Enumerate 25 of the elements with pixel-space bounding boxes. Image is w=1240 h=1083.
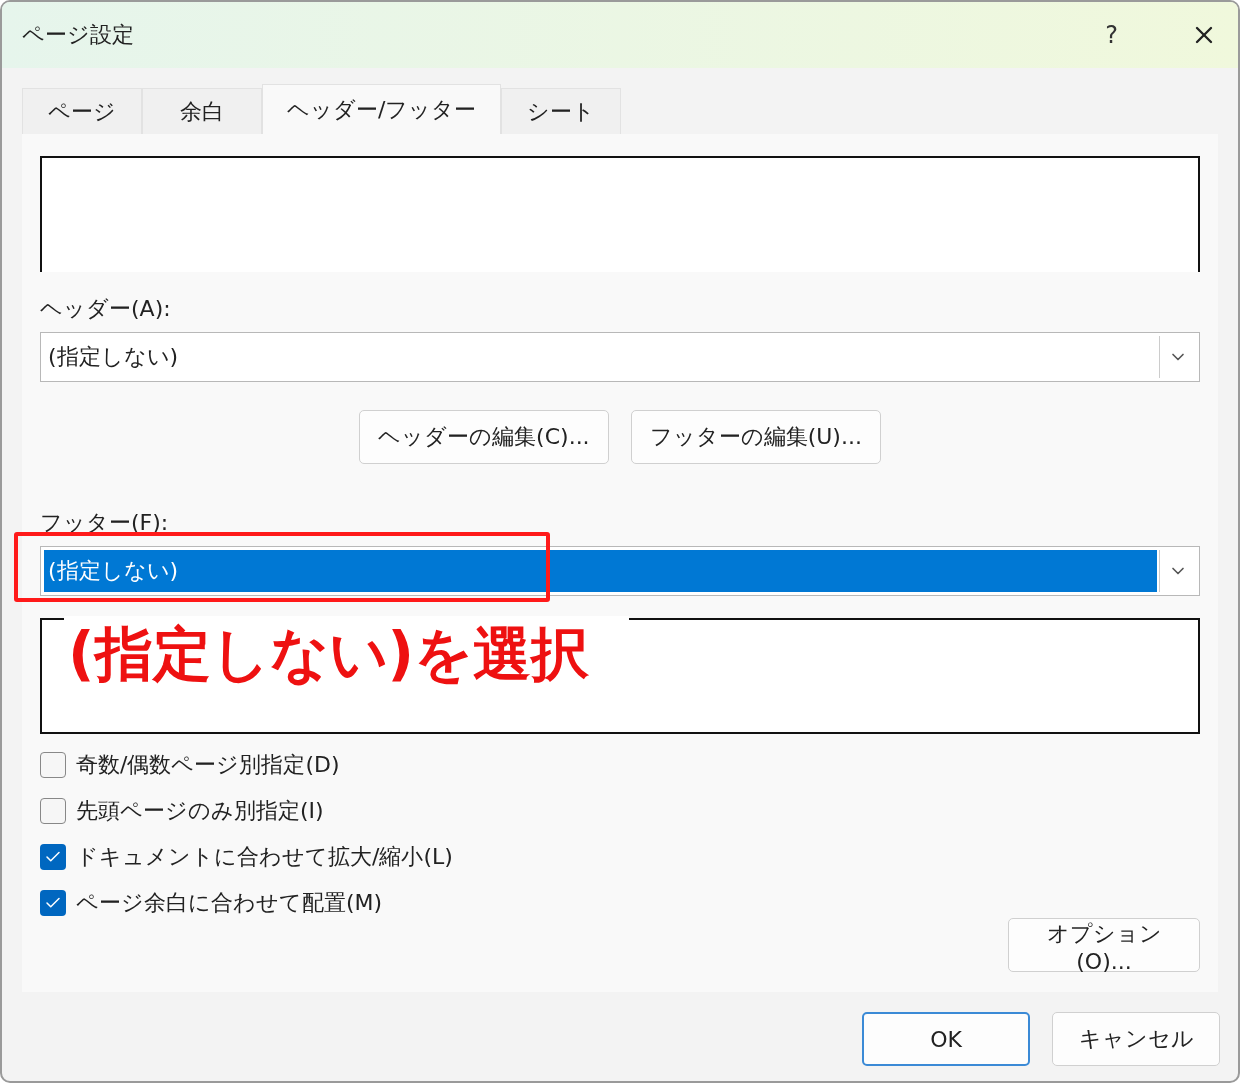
edit-button[interactable]: フッターの編集(U)... — [630, 410, 881, 464]
checkbox-label: ドキュメントに合わせて拡大/縮小(L) — [76, 843, 453, 871]
edit-button[interactable]: ヘッダーの編集(C)... — [359, 410, 609, 464]
help-button[interactable]: ? — [1105, 21, 1118, 49]
tab[interactable]: ページ — [22, 88, 142, 134]
checkbox[interactable] — [40, 752, 66, 778]
dropdown-value: (指定しない) — [47, 343, 180, 371]
field-label: ヘッダー(A): — [40, 295, 172, 323]
tab[interactable]: 余白 — [142, 88, 262, 134]
checkbox-label: 奇数/偶数ページ別指定(D) — [76, 751, 340, 779]
checkbox-label: ページ余白に合わせて配置(M) — [76, 889, 383, 917]
tab[interactable]: ヘッダー/フッター — [262, 84, 502, 134]
tab[interactable]: シート — [501, 88, 622, 134]
dropdown[interactable]: (指定しない) — [40, 332, 1200, 382]
checkbox-label: 先頭ページのみ別指定(I) — [76, 797, 324, 825]
options-button[interactable]: オプション(O)... — [1008, 918, 1200, 972]
dropdown-value: (指定しない) — [44, 550, 1157, 592]
checkbox[interactable] — [40, 890, 66, 916]
field-label: フッター(F): — [40, 509, 170, 537]
dropdown[interactable]: (指定しない) — [40, 546, 1200, 596]
dialog-button[interactable]: キャンセル — [1052, 1012, 1220, 1066]
checkbox[interactable] — [40, 798, 66, 824]
window-title: ページ設定 — [22, 21, 135, 49]
checkbox[interactable] — [40, 844, 66, 870]
dialog-button[interactable]: OK — [862, 1012, 1030, 1066]
